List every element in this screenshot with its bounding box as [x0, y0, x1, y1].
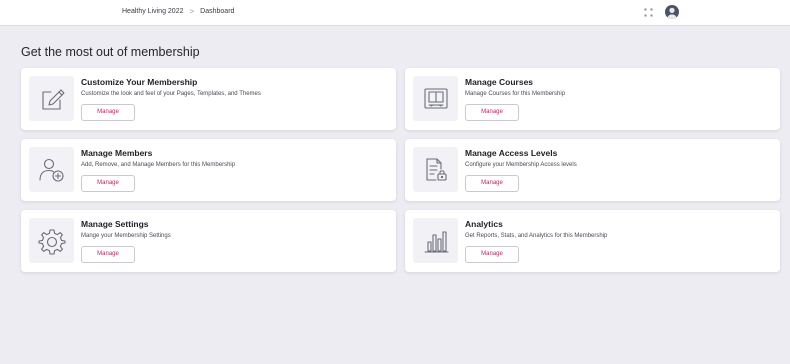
manage-button[interactable]: Manage — [81, 175, 135, 192]
card-title: Manage Settings — [81, 219, 149, 229]
book-icon — [423, 87, 448, 109]
breadcrumb-separator: > — [189, 7, 195, 16]
avatar[interactable] — [665, 5, 679, 19]
card-title: Customize Your Membership — [81, 77, 198, 87]
grid-icon[interactable] — [644, 8, 653, 17]
card-icon-box — [413, 218, 458, 263]
top-bar: Healthy Living 2022 > Dashboard — [0, 0, 790, 26]
card-title: Analytics — [465, 219, 503, 229]
card-description: Get Reports, Stats, and Analytics for th… — [465, 233, 608, 239]
manage-button[interactable]: Manage — [465, 246, 519, 263]
card-title: Manage Members — [81, 148, 153, 158]
document-lock-icon — [425, 157, 447, 181]
breadcrumb-item-site[interactable]: Healthy Living 2022 — [122, 8, 184, 15]
manage-button[interactable]: Manage — [465, 175, 519, 192]
card-description: Add, Remove, and Manage Members for this… — [81, 162, 236, 168]
manage-button[interactable]: Manage — [81, 246, 135, 263]
card-description: Customize the look and feel of your Page… — [81, 91, 261, 97]
card-icon-box — [29, 147, 74, 192]
bar-chart-icon — [423, 230, 449, 253]
card-icon-box — [29, 76, 74, 121]
card-description: Mange your Membership Settings — [81, 233, 171, 239]
card-icon-box — [413, 147, 458, 192]
manage-button[interactable]: Manage — [465, 104, 519, 121]
card-manage-access-levels: Manage Access Levels Configure your Memb… — [405, 139, 780, 201]
add-user-icon — [38, 158, 64, 182]
card-description: Manage Courses for this Membership — [465, 91, 566, 97]
gear-icon — [37, 228, 66, 255]
page-title: Get the most out of membership — [21, 45, 200, 59]
breadcrumb-item-dashboard: Dashboard — [200, 8, 235, 15]
card-analytics: Analytics Get Reports, Stats, and Analyt… — [405, 210, 780, 272]
card-icon-box — [413, 76, 458, 121]
card-title: Manage Courses — [465, 77, 534, 87]
manage-button[interactable]: Manage — [81, 104, 135, 121]
card-description: Configure your Membership Access levels — [465, 162, 577, 168]
card-title: Manage Access Levels — [465, 148, 558, 158]
card-icon-box — [29, 218, 74, 263]
card-manage-courses: Manage Courses Manage Courses for this M… — [405, 68, 780, 130]
edit-icon — [41, 88, 65, 110]
card-manage-members: Manage Members Add, Remove, and Manage M… — [21, 139, 396, 201]
breadcrumb: Healthy Living 2022 > Dashboard — [122, 7, 235, 16]
card-customize-membership: Customize Your Membership Customize the … — [21, 68, 396, 130]
user-avatar-icon — [667, 7, 677, 19]
card-manage-settings: Manage Settings Mange your Membership Se… — [21, 210, 396, 272]
